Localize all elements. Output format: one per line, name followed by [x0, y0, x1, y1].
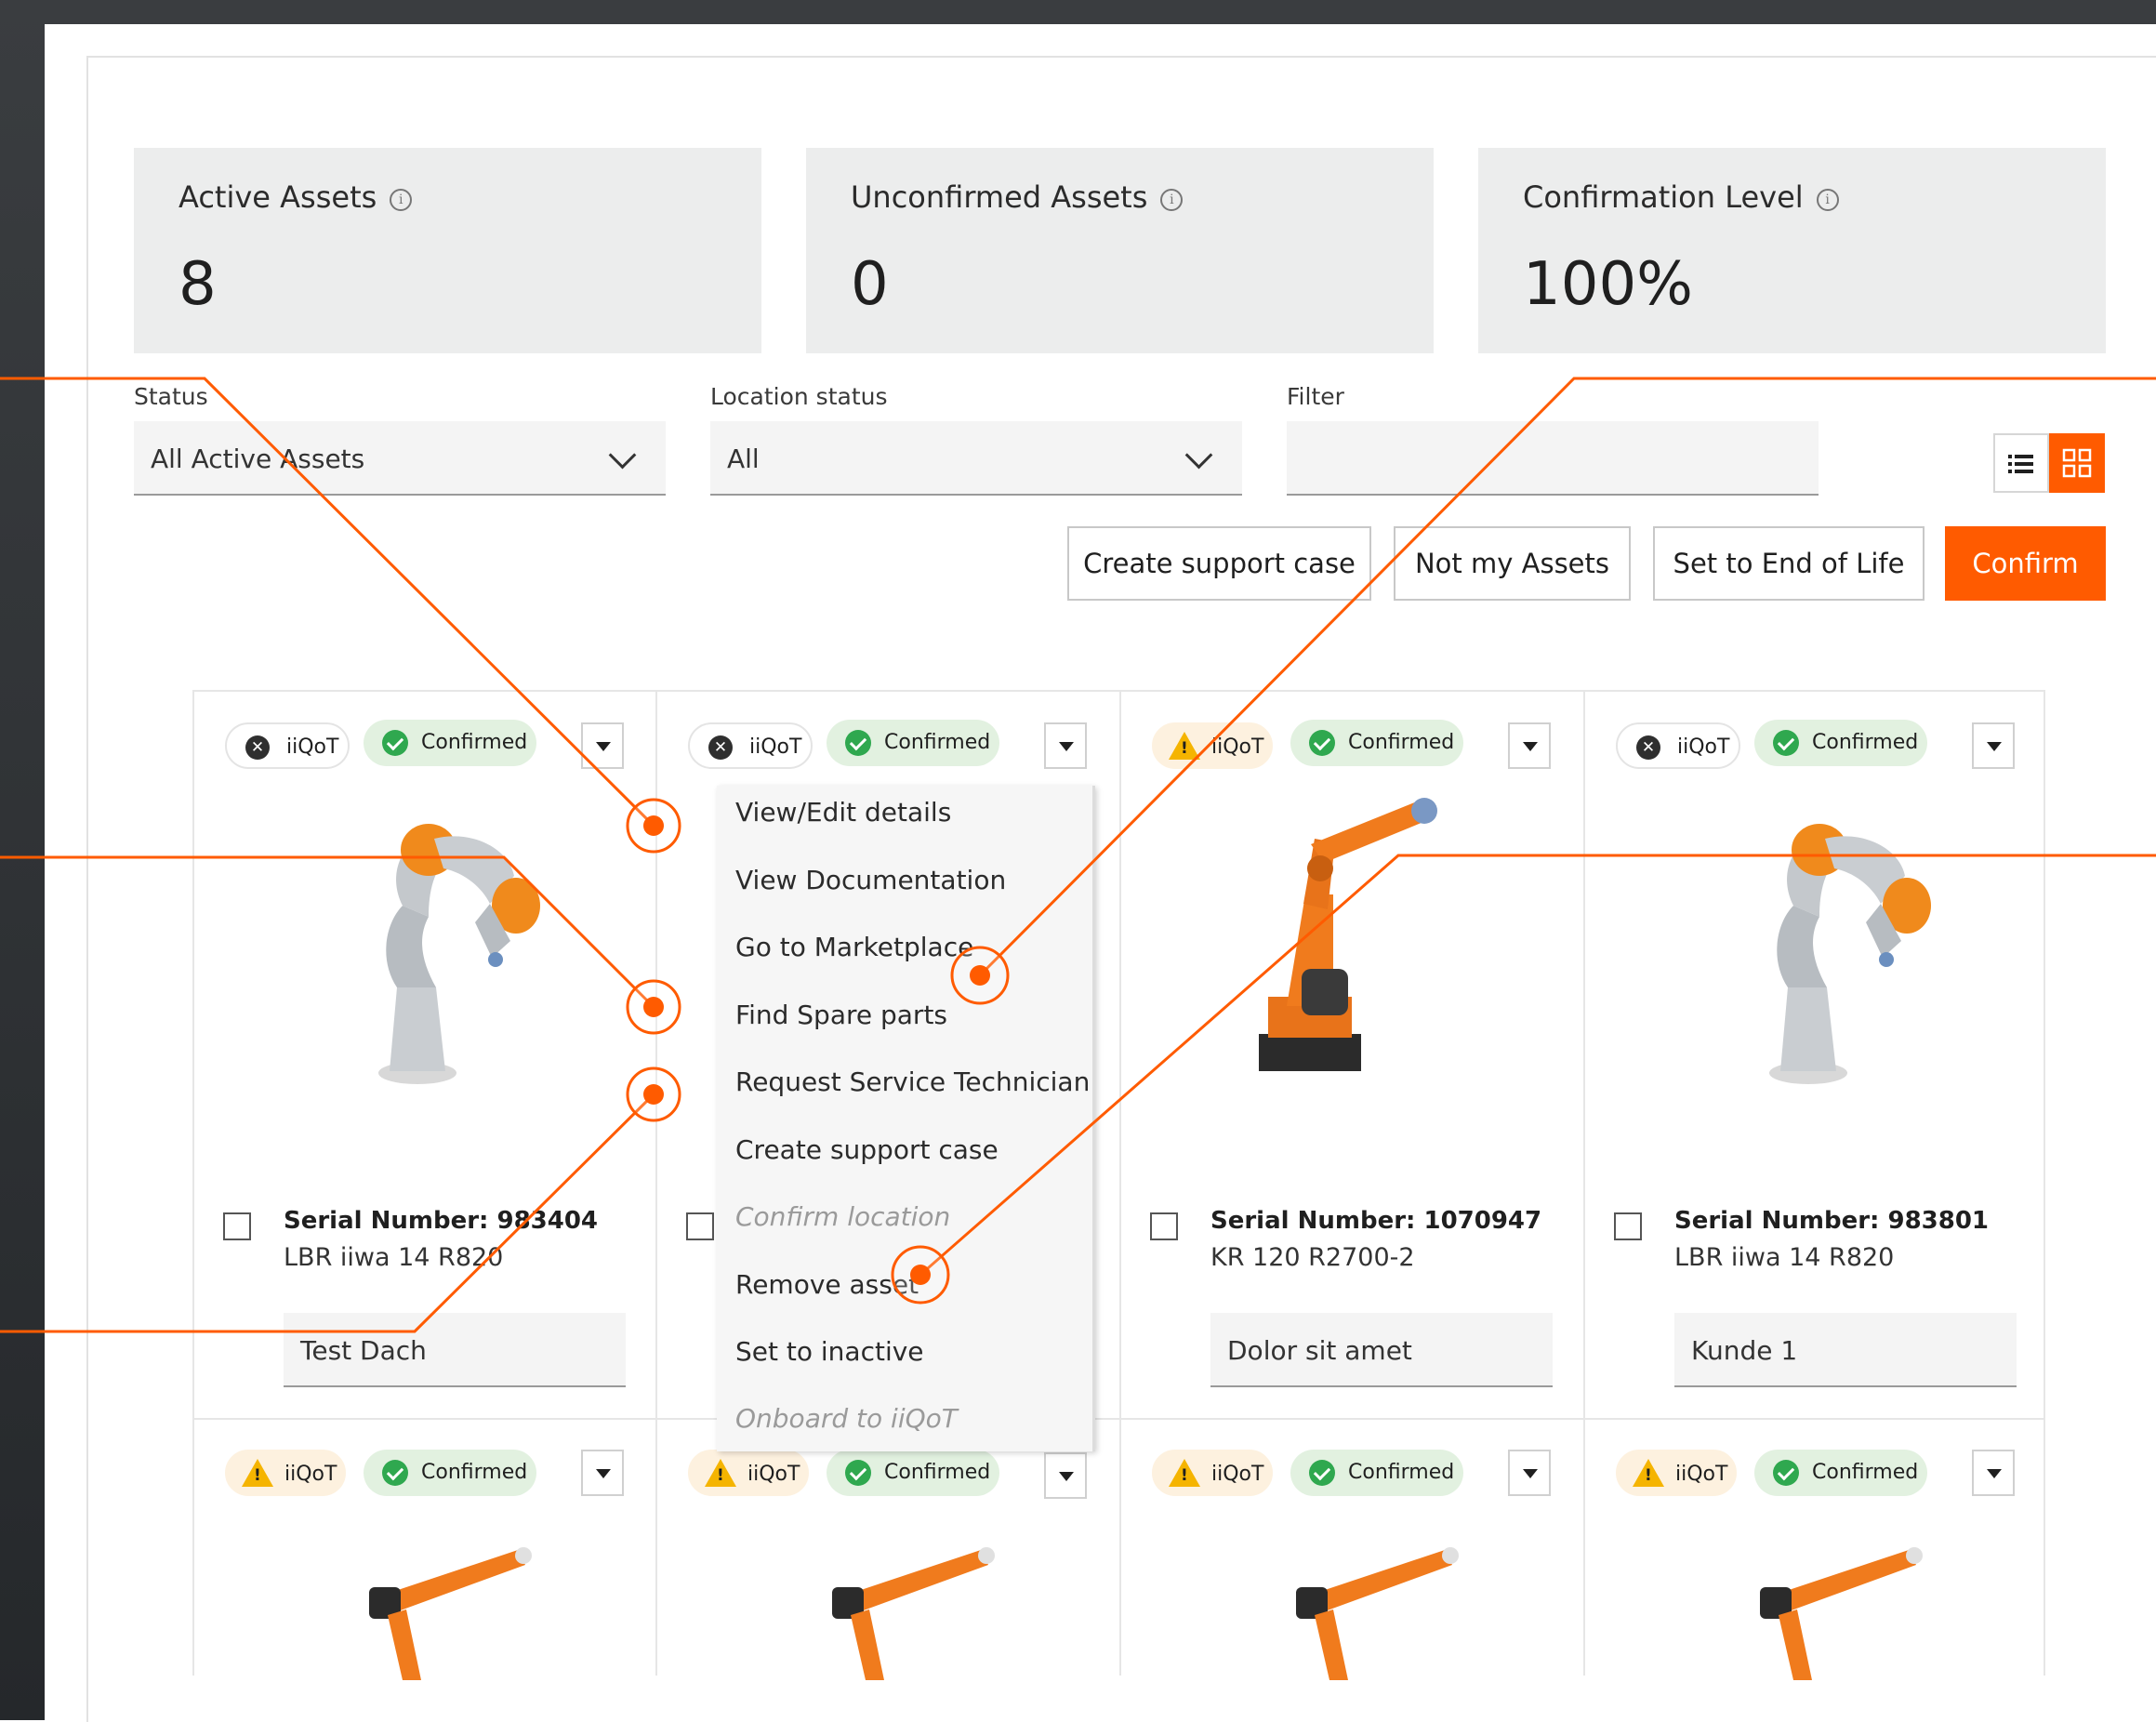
- hotspot-dot: [910, 1265, 931, 1285]
- annotation-overlay: [0, 377, 2156, 1333]
- hotspot-dot: [643, 1084, 664, 1105]
- hotspot-dot: [643, 997, 664, 1017]
- hotspot-markers: [626, 798, 1010, 1305]
- hotspot-dot: [643, 815, 664, 836]
- hotspot-dot: [970, 965, 990, 986]
